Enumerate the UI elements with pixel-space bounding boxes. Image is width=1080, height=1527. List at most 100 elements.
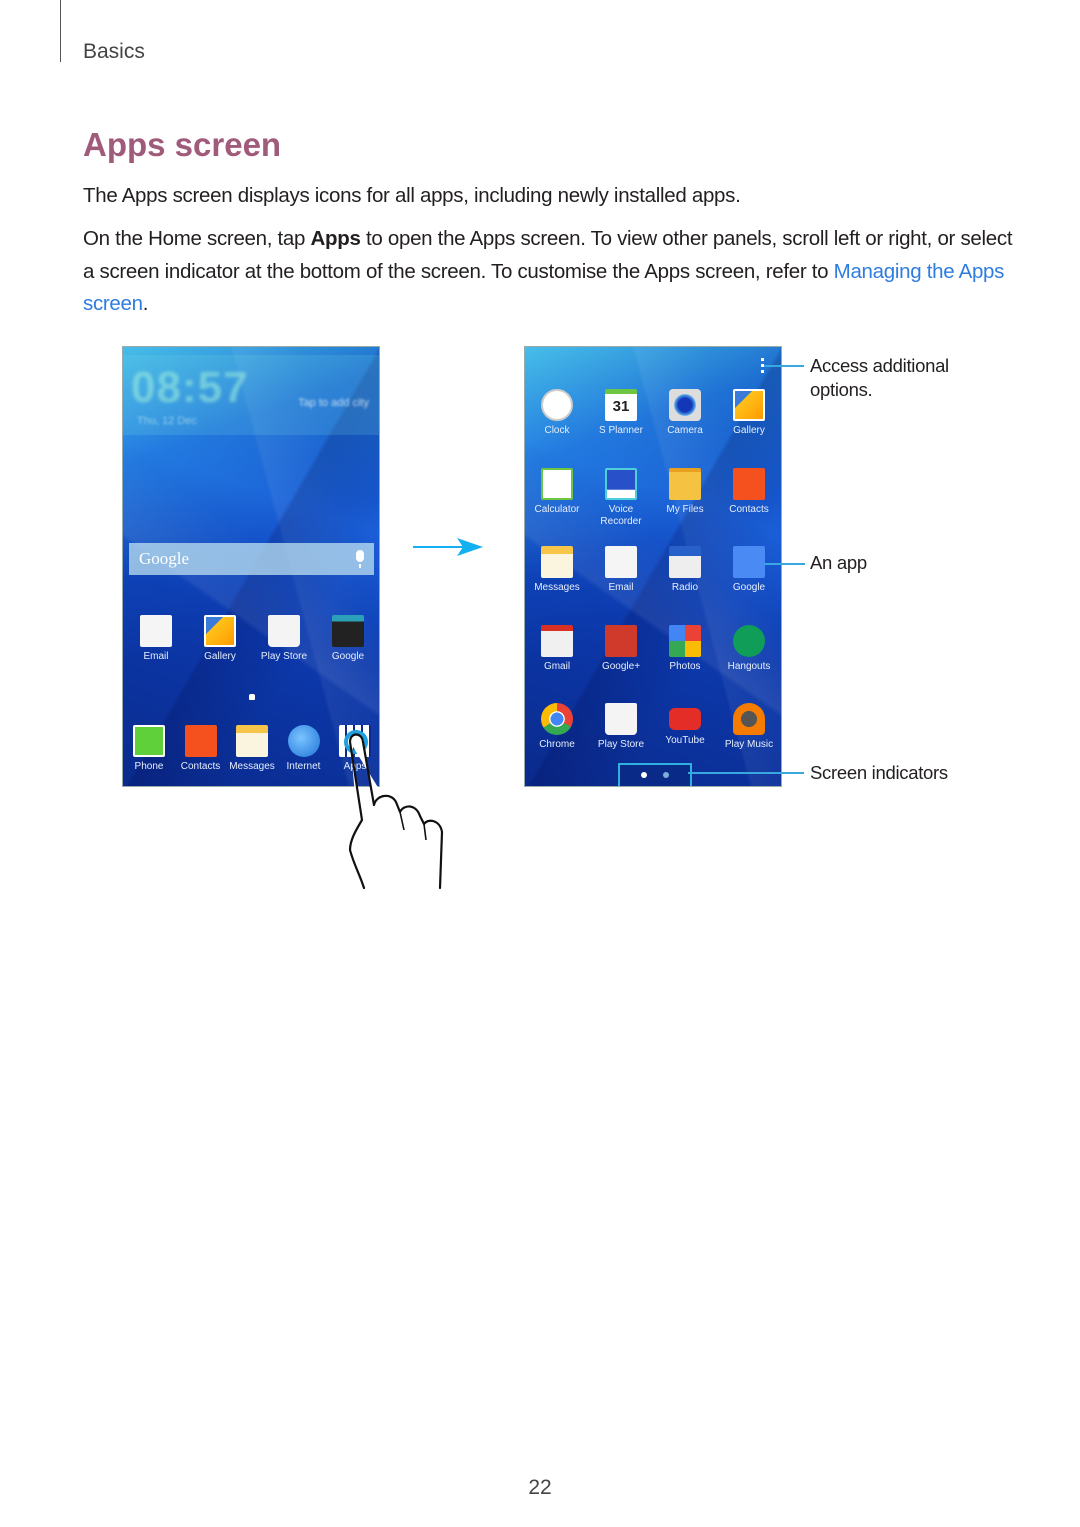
apps-app[interactable]: Google+ — [589, 624, 653, 673]
camera-icon — [669, 389, 701, 421]
callout-indicators: Screen indicators — [810, 762, 948, 783]
apps-app[interactable]: Photos — [653, 624, 717, 673]
clock-date: Thu, 12 Dec — [137, 415, 197, 427]
google-search-bar[interactable]: Google — [129, 543, 374, 575]
voice-recorder-icon — [605, 467, 637, 500]
clock-city: Tap to add city — [298, 397, 369, 409]
apps-app[interactable]: Calculator — [525, 467, 589, 516]
hangouts-icon — [733, 624, 765, 657]
play-store-icon — [605, 703, 637, 735]
home-indicator-icon — [249, 694, 255, 700]
home-app[interactable]: Play Store — [252, 615, 316, 663]
play-store-icon — [268, 615, 300, 647]
apps-app[interactable]: Voice Recorder — [589, 467, 653, 528]
apps-app-label: Clock — [544, 425, 570, 436]
apps-app-label: My Files — [666, 503, 704, 515]
mic-icon[interactable] — [356, 550, 364, 568]
phone-icon — [133, 725, 165, 757]
apps-app-label: Gallery — [733, 425, 765, 436]
transition-arrow-icon — [413, 538, 483, 556]
apps-app[interactable]: Gmail — [525, 624, 589, 673]
apps-app-label: Photos — [669, 660, 701, 672]
apps-app[interactable]: Radio — [653, 546, 717, 594]
apps-screen-illustration: Clock 31 S Planner Camera Gallery Calculator V… — [524, 346, 782, 787]
callout-line-options — [764, 365, 804, 367]
apps-app-label: S Planner — [599, 425, 643, 436]
home-app-label: Google — [331, 651, 365, 662]
screen-indicator-2[interactable] — [663, 772, 669, 778]
apps-app[interactable]: YouTube — [653, 703, 717, 747]
gallery-icon — [733, 389, 765, 421]
callout-app: An app — [810, 552, 867, 573]
apps-app-label: Google — [732, 582, 766, 593]
youtube-icon — [669, 708, 701, 730]
calendar-icon: 31 — [605, 389, 637, 421]
apps-app-label: Play Music — [724, 739, 774, 750]
calendar-date: 31 — [612, 398, 630, 415]
apps-app-label: Google+ — [601, 660, 641, 672]
callout-line-indicators — [688, 772, 804, 774]
apps-app[interactable]: 31 S Planner — [589, 389, 653, 437]
page-title: Apps screen — [83, 126, 282, 163]
home-app[interactable]: Google — [316, 615, 379, 663]
google-plus-icon — [605, 624, 637, 657]
apps-app[interactable]: My Files — [653, 467, 717, 516]
folder-icon — [669, 467, 701, 500]
clock-time: 08:57 — [131, 363, 249, 412]
apps-app-label: Voice Recorder — [600, 503, 642, 527]
intro-paragraph: The Apps screen displays icons for all a… — [83, 184, 741, 207]
clock-widget: 08:57 Thu, 12 Dec Tap to add city — [123, 355, 379, 435]
apps-app[interactable]: Clock — [525, 389, 589, 437]
apps-app-label: Chrome — [539, 739, 575, 750]
p2-text-end: . — [142, 292, 149, 315]
apps-app[interactable]: Messages — [525, 546, 589, 594]
apps-app[interactable]: Gallery — [717, 389, 781, 437]
apps-app[interactable]: Chrome — [525, 703, 589, 751]
apps-app-label: YouTube — [665, 735, 705, 746]
page-number: 22 — [528, 1476, 552, 1499]
apps-app[interactable]: Camera — [653, 389, 717, 437]
apps-app[interactable]: Play Store — [589, 703, 653, 751]
clock-icon — [541, 389, 573, 421]
margin-rule — [60, 0, 61, 62]
home-app-label: Email — [143, 651, 169, 662]
email-icon — [605, 546, 637, 578]
apps-app[interactable]: Google — [717, 546, 781, 594]
chrome-icon — [541, 703, 573, 735]
apps-app-label: Play Store — [597, 739, 645, 750]
p2-text-1: On the Home screen, tap — [83, 227, 311, 250]
calculator-icon — [541, 467, 573, 500]
callout-line-app — [765, 563, 805, 565]
apps-app[interactable]: Hangouts — [717, 624, 781, 673]
instructions-paragraph: On the Home screen, tap Apps to open the… — [83, 223, 1013, 321]
google-search-label: Google — [139, 549, 190, 568]
email-icon — [140, 615, 172, 647]
google-icon — [733, 546, 765, 578]
section-header: Basics — [83, 40, 145, 63]
gmail-icon — [541, 624, 573, 657]
gallery-icon — [204, 615, 236, 647]
tapping-hand-icon — [344, 730, 444, 890]
photos-icon — [669, 624, 701, 657]
apps-app-label: Hangouts — [727, 660, 771, 672]
play-music-icon — [733, 703, 765, 735]
contacts-icon — [733, 467, 765, 500]
apps-app[interactable]: Contacts — [717, 467, 781, 516]
screen-indicator-1[interactable] — [641, 772, 647, 778]
internet-icon — [287, 725, 320, 757]
messages-icon — [541, 546, 573, 578]
screen-indicators — [618, 763, 692, 786]
apps-app-label: Calculator — [534, 503, 580, 515]
home-app[interactable]: Gallery — [188, 615, 252, 663]
apps-app-label: Messages — [534, 582, 580, 593]
home-app-label: Play Store — [260, 651, 308, 662]
apps-app[interactable]: Play Music — [717, 703, 781, 751]
apps-app-label: Contacts — [729, 503, 769, 515]
apps-app-label: Radio — [671, 582, 699, 593]
apps-app-label: Email — [608, 582, 634, 593]
google-folder-icon — [332, 615, 364, 647]
apps-app[interactable]: Email — [589, 546, 653, 594]
radio-icon — [669, 546, 701, 578]
home-app[interactable]: Email — [124, 615, 188, 663]
apps-app-label: Camera — [667, 425, 703, 436]
